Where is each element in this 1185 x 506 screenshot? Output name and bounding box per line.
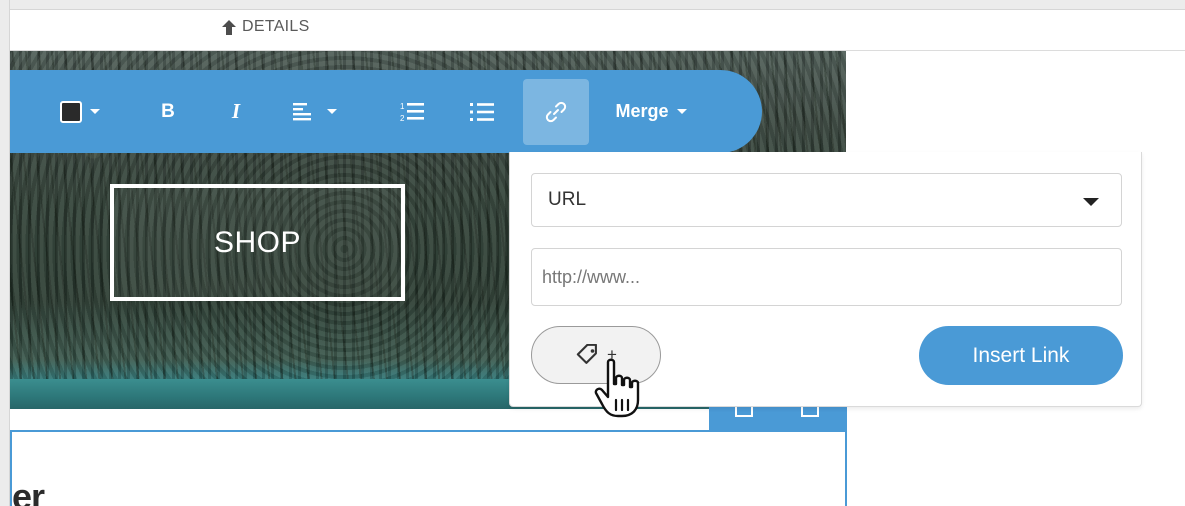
link-button[interactable] [523, 79, 589, 145]
text-format-toolbar: B I 1 2 Merge [10, 70, 762, 153]
insert-link-button[interactable]: Insert Link [919, 326, 1123, 385]
link-type-value: URL [548, 189, 587, 210]
bold-button[interactable]: B [150, 70, 186, 153]
details-toggle[interactable]: DETAILS [222, 18, 310, 36]
chevron-down-icon [90, 109, 100, 114]
content-block[interactable]: er [10, 430, 847, 506]
ordered-list-button[interactable]: 1 2 [390, 70, 434, 153]
text-color-icon [60, 100, 82, 123]
window-frame-top [0, 0, 1185, 10]
chevron-down-icon [676, 109, 687, 114]
italic-button[interactable]: I [218, 70, 254, 153]
link-type-select[interactable]: URL [531, 173, 1122, 227]
ordered-list-icon: 1 2 [400, 102, 424, 123]
chevron-down-icon [1083, 198, 1099, 206]
hand-cursor-icon [594, 358, 640, 418]
svg-text:1: 1 [400, 102, 405, 111]
window-frame-left [0, 0, 10, 506]
svg-text:2: 2 [400, 114, 405, 123]
block-edit-icon[interactable] [735, 407, 753, 417]
merge-button[interactable]: Merge [596, 70, 706, 153]
unordered-list-button[interactable] [460, 70, 504, 153]
block-delete-icon[interactable] [801, 407, 819, 417]
bold-icon: B [161, 100, 175, 122]
shop-label: SHOP [213, 225, 302, 259]
block-controls [709, 407, 847, 431]
up-arrow-icon [222, 19, 236, 35]
unordered-list-icon [470, 102, 494, 121]
details-bar: DETAILS [10, 10, 1185, 51]
link-icon [545, 101, 567, 123]
url-input[interactable] [531, 248, 1122, 306]
chevron-down-icon [327, 109, 337, 114]
details-label: DETAILS [242, 18, 310, 35]
text-color-button[interactable] [54, 70, 106, 153]
align-button[interactable] [270, 70, 360, 153]
align-left-icon [293, 102, 311, 120]
merge-label: Merge [615, 101, 669, 121]
shop-button[interactable]: SHOP [110, 184, 405, 301]
block-heading: er [12, 476, 45, 506]
italic-icon: I [231, 99, 241, 123]
